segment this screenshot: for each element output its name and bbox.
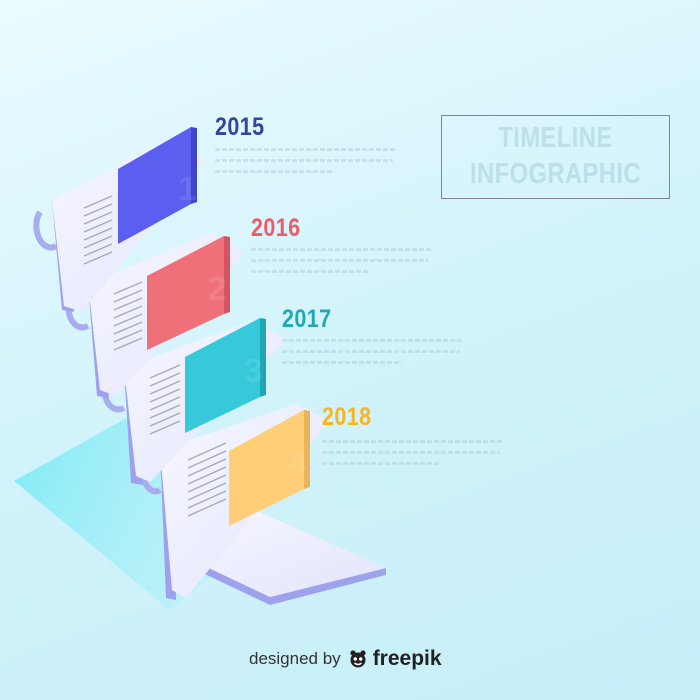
year-label-2017: 2017 (282, 305, 332, 333)
year-label-2015: 2015 (215, 113, 265, 141)
text-placeholder-2015 (215, 148, 397, 181)
text-placeholder-2018 (322, 440, 504, 473)
svg-text:1: 1 (178, 170, 197, 208)
svg-text:3: 3 (244, 352, 263, 390)
text-placeholder-2016 (251, 248, 433, 281)
text-placeholder-2017 (282, 339, 464, 372)
year-label-2016: 2016 (251, 214, 301, 242)
svg-text:2: 2 (208, 270, 227, 308)
freepik-logo-icon (350, 650, 366, 668)
svg-text:4: 4 (288, 444, 307, 482)
title-box: TIMELINE INFOGRAPHIC (441, 115, 670, 199)
credit: designed by freepik (249, 646, 442, 672)
title-line-1: TIMELINE (498, 122, 613, 154)
title-line-2: INFOGRAPHIC (470, 158, 641, 190)
year-label-2018: 2018 (322, 403, 372, 431)
credit-brand: freepik (372, 647, 442, 670)
credit-prefix: designed by (249, 649, 341, 668)
